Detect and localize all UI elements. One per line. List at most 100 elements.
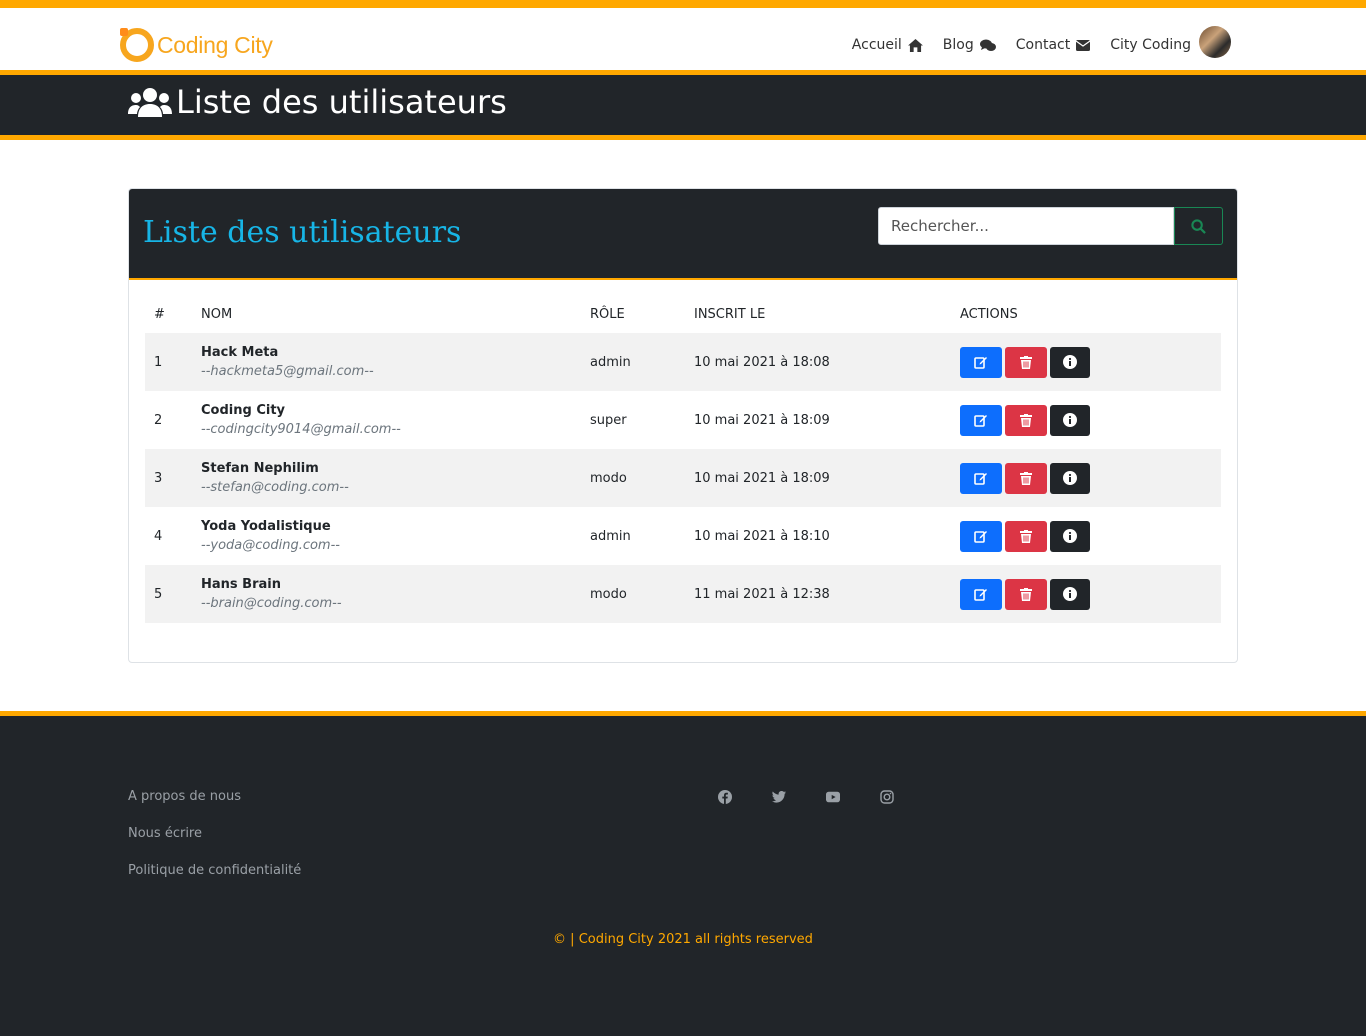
user-name: Hans Brain [201,577,281,592]
card-header: Liste des utilisateurs [129,189,1237,280]
col-header-id: # [154,306,165,322]
cell-role: admin [581,333,685,391]
footer-link-about[interactable]: A propos de nous [128,789,301,826]
footer-links: A propos de nous Nous écrire Politique d… [128,789,301,900]
edit-button[interactable] [960,462,1002,494]
nav-item-profile[interactable]: City Coding [1110,26,1231,58]
info-icon [1063,587,1077,601]
cell-actions [951,565,1221,623]
brand-logo[interactable]: Coding City [120,28,273,62]
table-row: 5 Hans Brain --brain@coding.com-- modo 1… [145,565,1221,623]
nav-menu: Accueil Blog Contact City Coding [832,26,1231,58]
info-button[interactable] [1050,578,1090,610]
info-button[interactable] [1050,404,1090,436]
user-email: --brain@coding.com-- [201,596,342,611]
user-email: --stefan@coding.com-- [201,480,349,495]
footer: A propos de nous Nous écrire Politique d… [0,711,1366,1036]
users-table: # NOM RÔLE INSCRIT LE ACTIONS 1 Hack Met… [145,295,1221,623]
cell-id: 3 [145,449,192,507]
search-button[interactable] [1174,207,1223,245]
table-header-row: # NOM RÔLE INSCRIT LE ACTIONS [145,295,1221,333]
table-row: 1 Hack Meta --hackmeta5@gmail.com-- admi… [145,333,1221,391]
delete-button[interactable] [1005,346,1047,378]
user-email: --hackmeta5@gmail.com-- [201,364,374,379]
delete-button[interactable] [1005,462,1047,494]
edit-icon [974,531,987,543]
instagram-icon[interactable] [880,790,894,804]
edit-button[interactable] [960,346,1002,378]
info-button[interactable] [1050,462,1090,494]
trash-icon [1020,413,1032,427]
search-form [878,207,1223,245]
cell-name: Hans Brain --brain@coding.com-- [192,565,581,623]
edit-button[interactable] [960,578,1002,610]
cell-id: 5 [145,565,192,623]
edit-icon [974,589,987,601]
nav-item-label: Accueil [851,37,902,53]
cell-id: 4 [154,528,163,544]
users-card: Liste des utilisateurs # NOM RÔLE INSCRI… [128,188,1238,663]
trash-icon [1020,529,1032,543]
user-email: --codingcity9014@gmail.com-- [201,422,401,437]
avatar[interactable] [1199,26,1231,58]
col-header-role: RÔLE [590,306,625,322]
youtube-icon[interactable] [826,790,840,804]
home-icon [907,38,923,52]
logo-ring-icon [120,28,154,62]
cell-date: 11 mai 2021 à 12:38 [685,565,951,623]
page-title: Liste des utilisateurs [176,83,507,121]
delete-button[interactable] [1005,404,1047,436]
trash-icon [1020,355,1032,369]
user-name: Hack Meta [201,345,279,360]
cell-name: Yoda Yodalistique --yoda@coding.com-- [192,507,581,565]
cell-actions [951,333,1221,391]
user-name: Stefan Nephilim [201,461,319,476]
nav-item-accueil[interactable]: Accueil [852,37,923,53]
footer-link-contact[interactable]: Nous écrire [128,826,301,863]
cell-role: admin [590,528,631,544]
users-icon [128,88,172,117]
search-icon [1191,218,1206,234]
delete-button[interactable] [1005,578,1047,610]
cell-role: modo [581,565,685,623]
edit-button[interactable] [960,520,1002,552]
col-header-date: INSCRIT LE [694,306,766,322]
nav-item-blog[interactable]: Blog [943,37,996,53]
social-links [718,790,894,804]
navbar: Coding City Accueil Blog Contact City Co… [0,8,1366,70]
col-header-actions: ACTIONS [960,306,1018,322]
footer-link-privacy[interactable]: Politique de confidentialité [128,863,301,900]
cell-id: 1 [145,333,192,391]
info-icon [1063,355,1077,369]
info-button[interactable] [1050,346,1090,378]
table-row: 4 Yoda Yodalistique --yoda@coding.com-- … [145,507,1221,565]
cell-date: 10 mai 2021 à 18:08 [685,333,951,391]
twitter-icon[interactable] [772,790,786,804]
search-input[interactable] [878,207,1174,245]
info-icon [1063,529,1077,543]
edit-icon [974,473,987,485]
copyright-text: © | Coding City 2021 all rights reserved [553,932,813,947]
envelope-icon [1076,39,1091,51]
cell-date: 10 mai 2021 à 18:09 [685,449,951,507]
cell-role: modo [581,449,685,507]
nav-item-label: City Coding [1110,37,1191,53]
nav-item-contact[interactable]: Contact [1016,37,1091,53]
facebook-icon[interactable] [718,790,732,804]
cell-actions [951,507,1221,565]
cell-name: Hack Meta --hackmeta5@gmail.com-- [192,333,581,391]
info-button[interactable] [1050,520,1090,552]
user-name: Yoda Yodalistique [201,519,331,534]
delete-button[interactable] [1005,520,1047,552]
cell-actions [951,449,1221,507]
table-row: 2 Coding City --codingcity9014@gmail.com… [145,391,1221,449]
cell-actions [951,391,1221,449]
user-name: Coding City [201,403,286,418]
edit-icon [974,415,987,427]
cell-id: 2 [154,412,163,428]
edit-button[interactable] [960,404,1002,436]
cell-name: Coding City --codingcity9014@gmail.com-- [192,391,581,449]
trash-icon [1020,587,1032,601]
cell-date: 10 mai 2021 à 18:09 [694,412,830,428]
col-header-name: NOM [201,306,233,322]
